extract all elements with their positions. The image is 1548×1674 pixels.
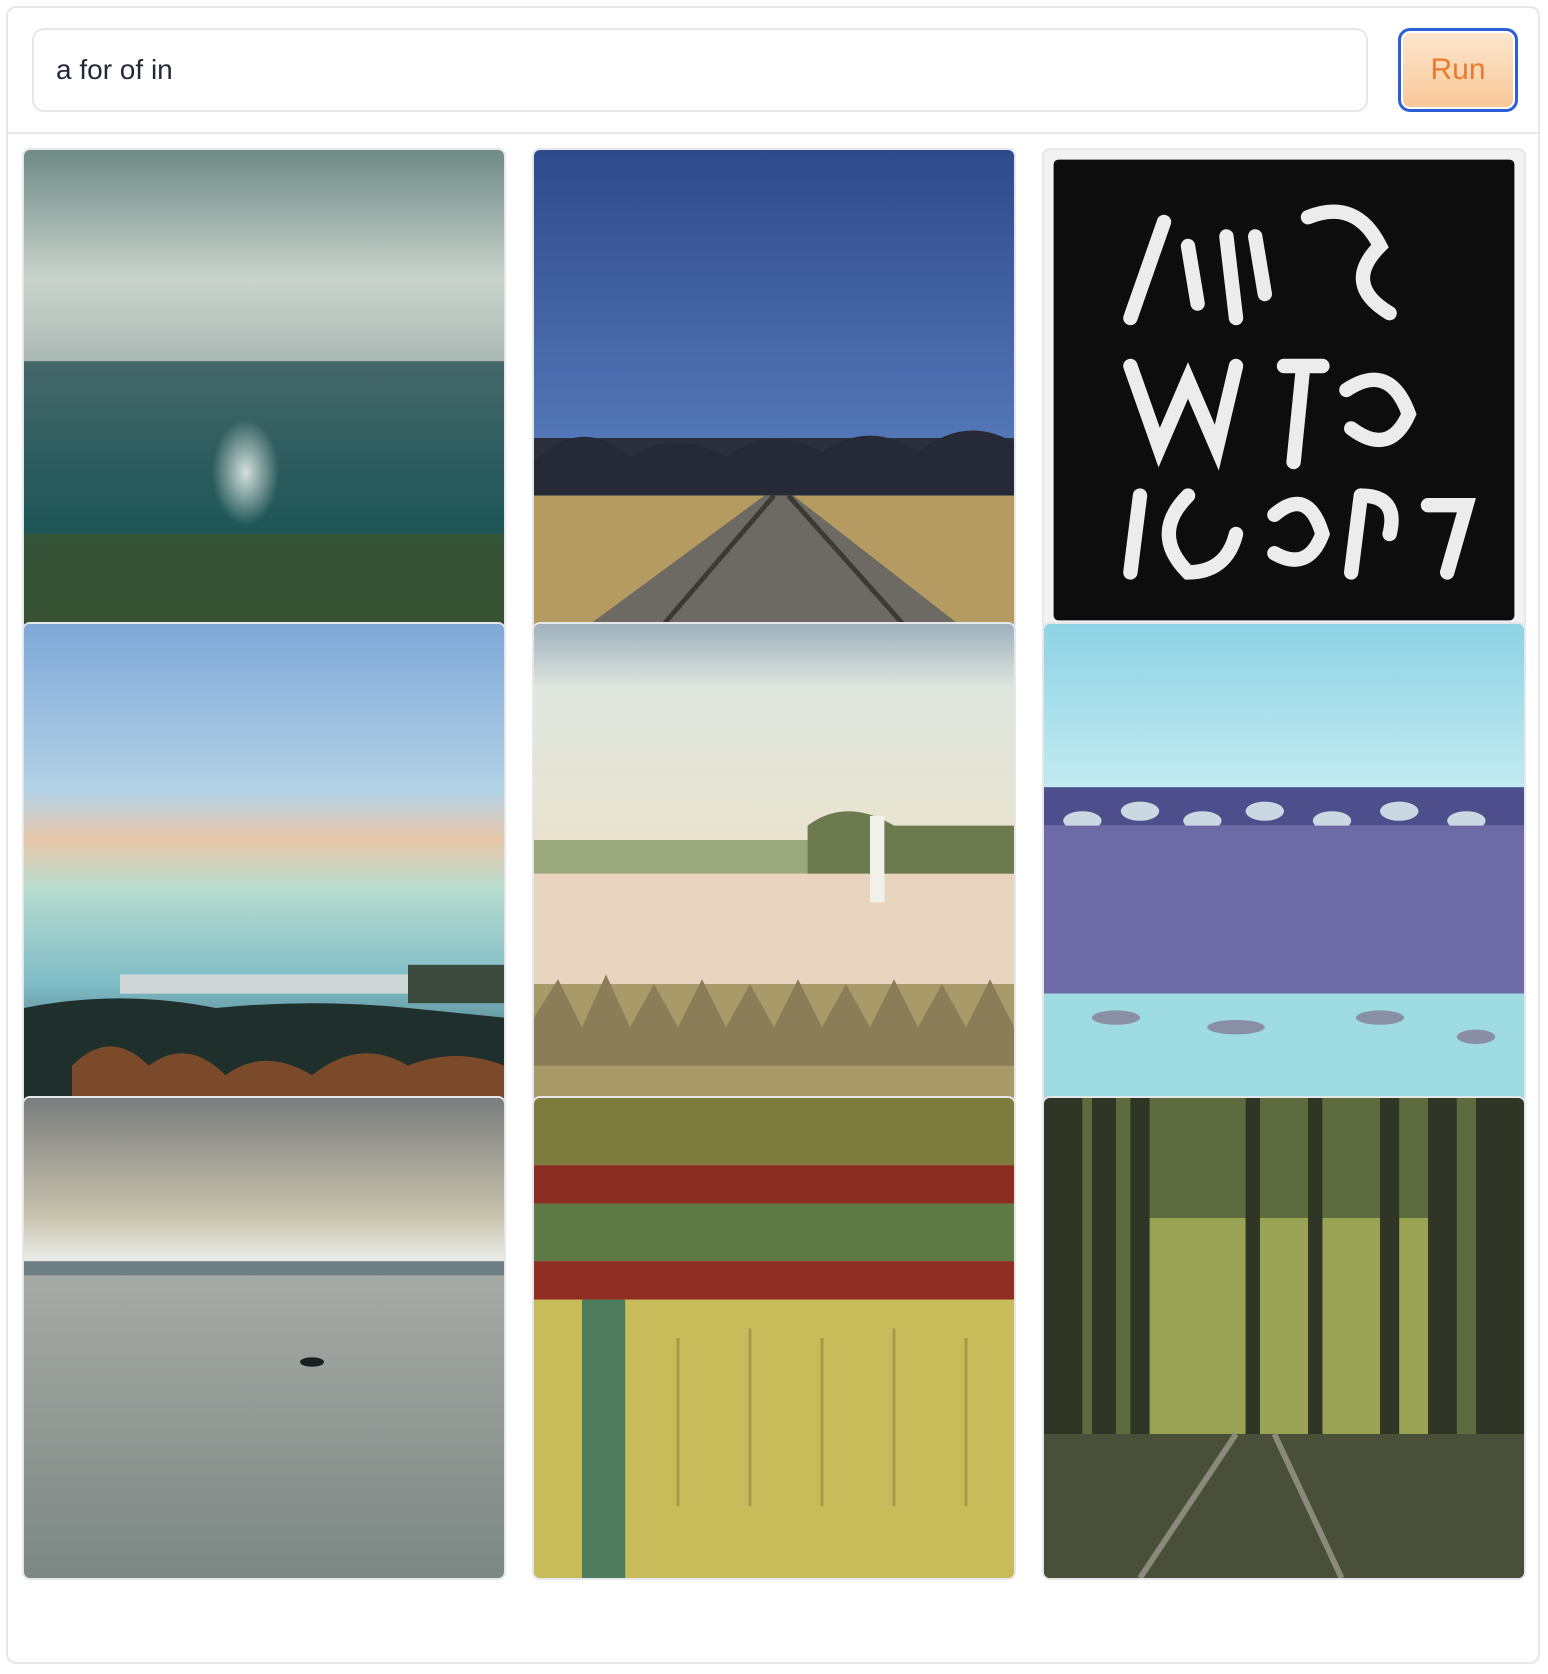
image-red-bench: [534, 1098, 1014, 1578]
image-calm-lake: [24, 1098, 504, 1578]
image-rocky-shore: [1044, 624, 1524, 1104]
run-button[interactable]: Run: [1398, 28, 1518, 112]
gallery-image-2[interactable]: [532, 148, 1016, 632]
image-forest-railway: [1044, 1098, 1524, 1578]
image-painted-river: [534, 624, 1014, 1104]
image-foggy-bridge: [24, 624, 504, 1104]
gallery-image-9[interactable]: [1042, 1096, 1526, 1580]
gallery-image-6[interactable]: [1042, 622, 1526, 1106]
gallery-image-5[interactable]: [532, 622, 1016, 1106]
app-window: Run: [6, 6, 1540, 1664]
image-railway-tracks: [534, 150, 1014, 630]
image-misty-sea: [24, 150, 504, 630]
gallery-image-8[interactable]: [532, 1096, 1016, 1580]
image-abstract-lettering: [1044, 150, 1524, 630]
gallery-image-7[interactable]: [22, 1096, 506, 1580]
prompt-input[interactable]: [32, 28, 1368, 112]
prompt-toolbar: Run: [8, 8, 1538, 134]
gallery-image-3[interactable]: [1042, 148, 1526, 632]
gallery-image-1[interactable]: [22, 148, 506, 632]
gallery-image-4[interactable]: [22, 622, 506, 1106]
